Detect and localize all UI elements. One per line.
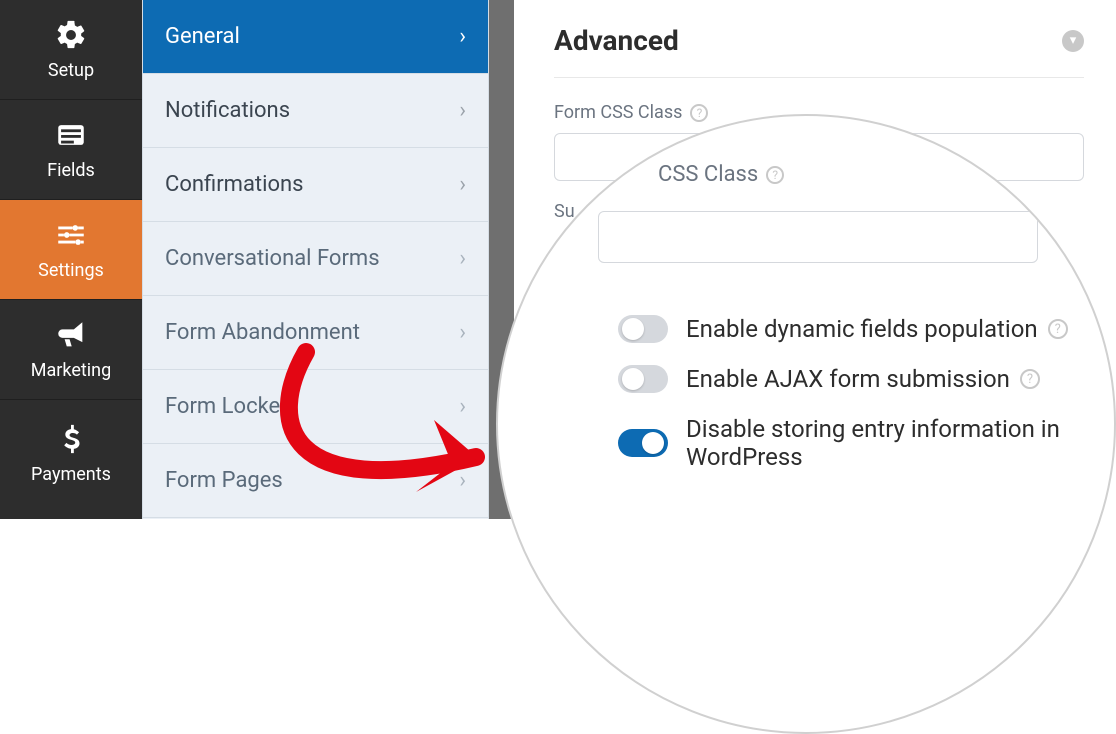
primary-nav: Setup Fields Settings Marketing Payments xyxy=(0,0,142,519)
chevron-right-icon: › xyxy=(459,394,466,419)
nav-label: Setup xyxy=(48,60,94,81)
settings-item-label: Confirmations xyxy=(165,172,304,197)
settings-item-label: Form Pages xyxy=(165,468,283,493)
zoom-annotation: CSS Class ? Enable dynamic fields popula… xyxy=(496,114,1116,734)
settings-item-label: Notifications xyxy=(165,98,290,123)
chevron-right-icon: › xyxy=(459,172,466,197)
chevron-right-icon: › xyxy=(459,246,466,271)
field-label-text: Su xyxy=(554,201,575,222)
section-title: Advanced xyxy=(554,24,679,57)
dollar-icon xyxy=(54,422,88,456)
settings-item-general[interactable]: General › xyxy=(143,0,488,74)
nav-label: Payments xyxy=(31,464,111,485)
nav-item-marketing[interactable]: Marketing xyxy=(0,300,142,400)
settings-item-notifications[interactable]: Notifications › xyxy=(143,74,488,148)
chevron-right-icon: › xyxy=(459,98,466,123)
zoom-text-input[interactable] xyxy=(598,211,1038,263)
nav-item-payments[interactable]: Payments xyxy=(0,400,142,519)
nav-item-fields[interactable]: Fields xyxy=(0,100,142,200)
toggle-switch[interactable] xyxy=(618,365,668,393)
field-label-text: Form CSS Class xyxy=(554,102,682,123)
nav-label: Settings xyxy=(38,260,104,281)
sliders-icon xyxy=(54,218,88,252)
gear-icon xyxy=(54,18,88,52)
fields-icon xyxy=(54,118,88,152)
settings-submenu: General › Notifications › Confirmations … xyxy=(142,0,489,519)
toggle-label-text: Enable AJAX form submission xyxy=(686,365,1010,393)
bullhorn-icon xyxy=(54,318,88,352)
toggle-switch[interactable] xyxy=(618,429,668,457)
settings-item-form-pages[interactable]: Form Pages › xyxy=(143,444,488,518)
chevron-right-icon: › xyxy=(459,468,466,493)
settings-item-form-locker[interactable]: Form Locker › xyxy=(143,370,488,444)
nav-label: Marketing xyxy=(31,360,111,381)
chevron-right-icon: › xyxy=(459,320,466,345)
toggle-disable-storing: Disable storing entry information in Wor… xyxy=(618,415,1114,471)
settings-item-confirmations[interactable]: Confirmations › xyxy=(143,148,488,222)
settings-item-form-abandonment[interactable]: Form Abandonment › xyxy=(143,296,488,370)
help-icon[interactable]: ? xyxy=(690,104,708,122)
help-icon: ? xyxy=(766,166,784,184)
toggle-ajax-submission: Enable AJAX form submission ? xyxy=(618,365,1114,393)
nav-item-settings[interactable]: Settings xyxy=(0,200,142,300)
help-icon[interactable]: ? xyxy=(1048,319,1068,339)
settings-item-label: General xyxy=(165,24,240,49)
toggle-switch[interactable] xyxy=(618,315,668,343)
settings-item-label: Form Abandonment xyxy=(165,320,360,345)
nav-item-setup[interactable]: Setup xyxy=(0,0,142,100)
help-icon[interactable]: ? xyxy=(1020,369,1040,389)
nav-label: Fields xyxy=(47,160,95,181)
settings-item-label: Conversational Forms xyxy=(165,246,380,271)
settings-item-conversational-forms[interactable]: Conversational Forms › xyxy=(143,222,488,296)
toggle-label-text: Disable storing entry information in Wor… xyxy=(686,415,1114,471)
settings-item-label: Form Locker xyxy=(165,394,288,419)
chevron-down-icon: ▾ xyxy=(1062,30,1084,52)
toggle-dynamic-fields: Enable dynamic fields population ? xyxy=(618,315,1114,343)
chevron-right-icon: › xyxy=(459,24,466,49)
toggle-label-text: Enable dynamic fields population xyxy=(686,315,1038,343)
zoom-css-label: CSS Class xyxy=(658,162,758,187)
section-header[interactable]: Advanced ▾ xyxy=(554,24,1084,78)
